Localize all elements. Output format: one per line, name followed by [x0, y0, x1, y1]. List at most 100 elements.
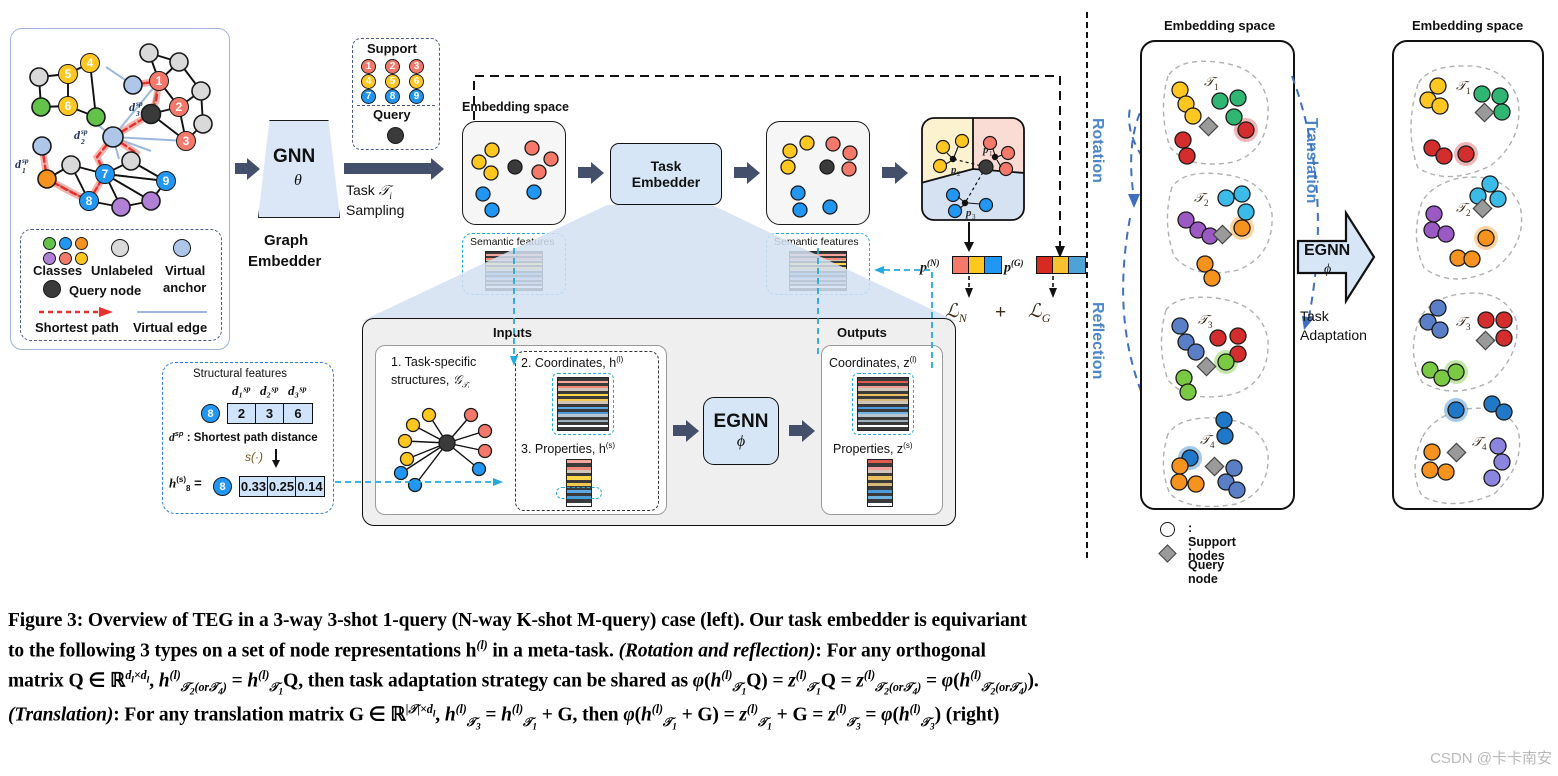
io-out2-sup: (s)	[903, 441, 913, 450]
svg-text:2: 2	[80, 137, 85, 146]
sf-dist-cell-2: 6	[284, 404, 312, 423]
legend-classes-label: Classes	[33, 263, 83, 278]
structural-node-id: 8	[201, 404, 220, 423]
caption-l3a: matrix Q ∈ ℝ	[8, 670, 126, 692]
svg-text:sp: sp	[80, 127, 88, 136]
prototype-panel: p 1 p 2 p 3	[921, 117, 1025, 221]
graph-node-1: 1	[149, 71, 169, 91]
vector-to-loss-arrows	[965, 276, 1057, 298]
graph-node-9: 9	[156, 171, 176, 191]
caption-l2a: to the following 3 types on a set of nod…	[8, 640, 477, 662]
task-sampling-label-1: Task 𝒯i	[346, 182, 392, 201]
legend-class-dot-2	[75, 237, 88, 250]
caption-line-4: (Translation): For any translation matri…	[8, 702, 1000, 733]
legend-shortest-path-label: Shortest path	[35, 320, 119, 335]
embedding-dots-1	[471, 140, 559, 218]
embedding-space-label-left: Embedding space	[1164, 18, 1276, 33]
svg-text:p: p	[982, 144, 989, 156]
svg-text:2: 2	[957, 170, 961, 178]
pN-sup: (N)	[927, 258, 940, 268]
caption-l4a: : For any translation matrix G ∈ ℝ	[113, 704, 406, 726]
io-item1-sub: 𝒯ᵢ	[461, 380, 470, 390]
pN-cell-0	[953, 257, 969, 273]
embedding-space-label-1: Embedding space	[462, 100, 569, 114]
section-divider	[1086, 12, 1088, 558]
coords-output-stripes	[857, 377, 909, 431]
proto-to-vector-arrows	[964, 222, 974, 252]
legend-query-node-label: : Query node	[1188, 544, 1225, 586]
svg-text:3: 3	[1208, 320, 1213, 330]
embedding-space-label-right: Embedding space	[1412, 18, 1524, 33]
props-input-highlight	[556, 487, 602, 499]
graph-svg: d sp 3 d sp 2 d sp 1	[15, 43, 213, 217]
svg-text:1: 1	[22, 166, 26, 175]
svg-text:2: 2	[1204, 198, 1209, 208]
caption-rotation-tag: (Rotation and reflection)	[618, 640, 816, 662]
structural-transform-arrow	[272, 449, 280, 468]
legend-virtual-anchor-label-1: Virtual	[165, 263, 206, 278]
io-item2-text: 2. Coordinates, h	[521, 356, 617, 371]
task-sampling-sub: i	[389, 190, 392, 201]
loss-G: ℒG	[1028, 300, 1050, 326]
structural-definition-text: : Shortest path distance	[183, 431, 318, 444]
svg-text:p: p	[965, 207, 972, 219]
gnn-param: θ	[294, 172, 302, 189]
legend-unlabeled-dot	[111, 239, 129, 257]
pN-vector	[952, 256, 1002, 274]
legend-virtual-anchor-label-2: anchor	[163, 280, 207, 295]
semantic-features-box-2: Semantic features	[766, 233, 870, 295]
semantic-stripes-1	[485, 251, 543, 291]
io-item2-label: 2. Coordinates, h(l)	[521, 355, 623, 370]
pG-cell-0	[1037, 257, 1053, 273]
graph-node-7: 7	[95, 164, 115, 184]
structural-result-node-text: 8	[219, 480, 226, 493]
structural-features-box: Structural features d₁ˢᵖ d₂ˢᵖ d₃ˢᵖ 8 236 d…	[162, 362, 334, 514]
legend-class-dot-0	[43, 237, 56, 250]
io-out1-sup: (l)	[909, 355, 917, 364]
loss-G-symbol: ℒ	[1028, 301, 1042, 322]
support-label: Support	[367, 41, 417, 56]
svg-text:3: 3	[1466, 322, 1471, 332]
pG-cell-2	[1069, 257, 1085, 273]
query-label: Query	[373, 107, 411, 122]
structural-result-sub: 8	[186, 483, 191, 493]
egnn-block-main: EGNN ϕ	[703, 397, 779, 465]
sf-dist-cell-0: 2	[228, 404, 256, 423]
sf-val-cell-2: 0.14	[296, 477, 324, 496]
io-out2-label: Properties, z(s)	[833, 441, 913, 456]
caption-l2b: in a meta-task.	[492, 640, 614, 662]
semantic-stripes-2	[789, 251, 847, 291]
egnn-param-main: ϕ	[736, 433, 746, 450]
gnn-label: GNN	[273, 146, 316, 167]
stripe-13	[868, 502, 892, 506]
sf-val-cell-0: 0.33	[240, 477, 268, 496]
pG-cell-1	[1053, 257, 1069, 273]
task-embedder-label-2: Embedder	[631, 174, 701, 190]
outputs-label: Outputs	[837, 325, 887, 340]
svg-text:3: 3	[135, 109, 140, 118]
pN-label: p(N)	[920, 258, 940, 277]
inputs-label: Inputs	[493, 325, 532, 340]
legend-query-label: Query node	[69, 283, 142, 298]
gnn-block	[258, 120, 340, 218]
coords-input-stripes	[557, 377, 609, 431]
task-sampling-label-2: Sampling	[346, 202, 405, 218]
structural-values-row: 0.33 0.25 0.14	[239, 476, 325, 497]
task-adaptation-label-1: Task	[1300, 308, 1329, 324]
sf-dist-cell-1: 3	[256, 404, 284, 423]
support-node-9: 9	[409, 89, 424, 104]
support-node-4: 4	[361, 74, 376, 89]
task-specific-structure-graph	[393, 407, 493, 493]
semantic-features-label-1: Semantic features	[470, 236, 555, 248]
caption-line-3: matrix Q ∈ ℝdl×dl, h(l)𝒯2(or𝒯4) = h(l)𝒯1…	[8, 667, 1039, 698]
loss-G-sub: G	[1041, 310, 1051, 325]
io-out2-text: Properties, z	[833, 442, 904, 457]
graph-embedder-label-1: Graph	[264, 232, 309, 249]
svg-text:sp: sp	[135, 99, 143, 108]
pG-label: p(G)	[1004, 258, 1024, 277]
caption-l4end: (right)	[945, 704, 1000, 726]
embedding-dots-2	[780, 135, 858, 218]
structural-features-headers: d₁ˢᵖ d₂ˢᵖ d₃ˢᵖ	[227, 383, 311, 399]
io-item1-word: structures,	[391, 373, 450, 387]
svg-text:3: 3	[972, 213, 976, 221]
